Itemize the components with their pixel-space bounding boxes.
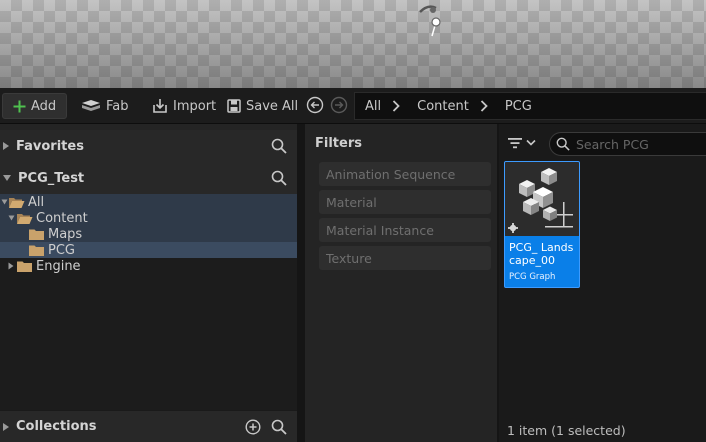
fab-label: Fab xyxy=(106,98,129,114)
add-label: Add xyxy=(31,98,57,114)
tree-item-pcg[interactable]: PCG xyxy=(0,242,297,258)
project-label: PCG_Test xyxy=(18,170,85,186)
search-icon xyxy=(556,137,570,151)
tree-item-content[interactable]: Content xyxy=(0,210,297,226)
filter-dropdown-button[interactable] xyxy=(507,136,536,150)
breadcrumb-item-pcg[interactable]: PCG xyxy=(505,99,532,114)
tree-item-maps[interactable]: Maps xyxy=(0,226,297,242)
folder-tree: All Content Maps PCG Engine xyxy=(0,194,297,410)
folder-icon xyxy=(28,244,45,257)
search-icon[interactable] xyxy=(271,138,287,154)
tree-item-label: All xyxy=(28,194,45,210)
breadcrumb-item-content[interactable]: Content xyxy=(417,99,469,114)
import-label: Import xyxy=(173,98,217,114)
folder-open-icon xyxy=(16,212,33,225)
breadcrumb-item-all[interactable]: All xyxy=(365,99,381,114)
pcg-graph-icon xyxy=(508,168,573,233)
item-count-status: 1 item (1 selected) xyxy=(507,423,626,438)
content-browser-toolbar: Add Fab Import Save All All Content PCG xyxy=(0,88,706,124)
asset-name: PCG_ Landscape_00 xyxy=(509,241,574,267)
tree-item-label: PCG xyxy=(48,242,75,258)
tree-item-label: Engine xyxy=(36,258,81,274)
expanded-triangle-icon[interactable] xyxy=(6,215,16,221)
save-icon xyxy=(227,99,241,113)
sources-panel: Favorites PCG_Test All Content Maps PCG … xyxy=(0,124,297,442)
filter-animation-sequence[interactable]: Animation Sequence xyxy=(319,162,491,186)
import-button[interactable]: Import xyxy=(147,93,221,119)
light-gizmo-icon xyxy=(419,5,441,37)
filter-material[interactable]: Material xyxy=(319,190,491,214)
expanded-triangle-icon xyxy=(3,175,11,181)
favorites-section-header[interactable]: Favorites xyxy=(0,130,297,162)
save-all-label: Save All xyxy=(246,98,299,114)
tree-item-label: Maps xyxy=(48,226,83,242)
favorites-label: Favorites xyxy=(16,138,84,154)
filters-title: Filters xyxy=(315,136,362,151)
viewport-shade xyxy=(0,0,706,88)
tree-item-engine[interactable]: Engine xyxy=(0,258,297,274)
asset-thumbnail xyxy=(505,162,579,236)
folder-icon xyxy=(16,260,33,273)
asset-tile[interactable]: PCG_ Landscape_00 PCG Graph xyxy=(504,161,580,288)
forward-icon[interactable] xyxy=(330,96,348,114)
tree-item-label: Content xyxy=(36,210,88,226)
expanded-triangle-icon[interactable] xyxy=(0,199,8,205)
asset-search-box xyxy=(549,132,706,156)
asset-cog-icon xyxy=(508,223,518,233)
add-button[interactable]: Add xyxy=(2,93,67,119)
asset-type: PCG Graph xyxy=(509,272,556,282)
viewport[interactable] xyxy=(0,0,706,88)
folder-open-icon xyxy=(8,196,25,209)
chevron-right-icon[interactable] xyxy=(480,99,494,113)
chevron-down-icon xyxy=(526,139,536,146)
chevron-right-icon[interactable] xyxy=(392,99,406,113)
collapsed-triangle-icon xyxy=(3,142,9,150)
search-icon[interactable] xyxy=(271,170,287,186)
folder-icon xyxy=(28,228,45,241)
add-circle-icon[interactable] xyxy=(245,419,261,435)
project-section-header[interactable]: PCG_Test xyxy=(0,162,297,194)
breadcrumb: All Content PCG xyxy=(354,92,706,120)
filter-icon xyxy=(508,138,522,149)
save-all-button[interactable]: Save All xyxy=(222,93,303,119)
filter-material-instance[interactable]: Material Instance xyxy=(319,218,491,242)
collapsed-triangle-icon xyxy=(3,422,9,431)
asset-search-input[interactable] xyxy=(576,136,696,152)
filter-texture[interactable]: Texture xyxy=(319,246,491,270)
fab-button[interactable]: Fab xyxy=(76,93,134,119)
back-icon[interactable] xyxy=(306,96,324,114)
tree-item-all[interactable]: All xyxy=(0,194,297,210)
collections-section-header[interactable]: Collections xyxy=(0,410,297,442)
search-icon[interactable] xyxy=(271,419,287,435)
fab-icon xyxy=(82,100,100,111)
asset-view-panel: PCG_ Landscape_00 PCG Graph 1 item (1 se… xyxy=(499,124,706,442)
filters-panel: Filters Animation Sequence Material Mate… xyxy=(305,124,497,442)
plus-icon xyxy=(13,100,26,112)
collapsed-triangle-icon[interactable] xyxy=(6,262,16,270)
import-icon xyxy=(153,99,167,113)
collections-label: Collections xyxy=(16,419,97,434)
